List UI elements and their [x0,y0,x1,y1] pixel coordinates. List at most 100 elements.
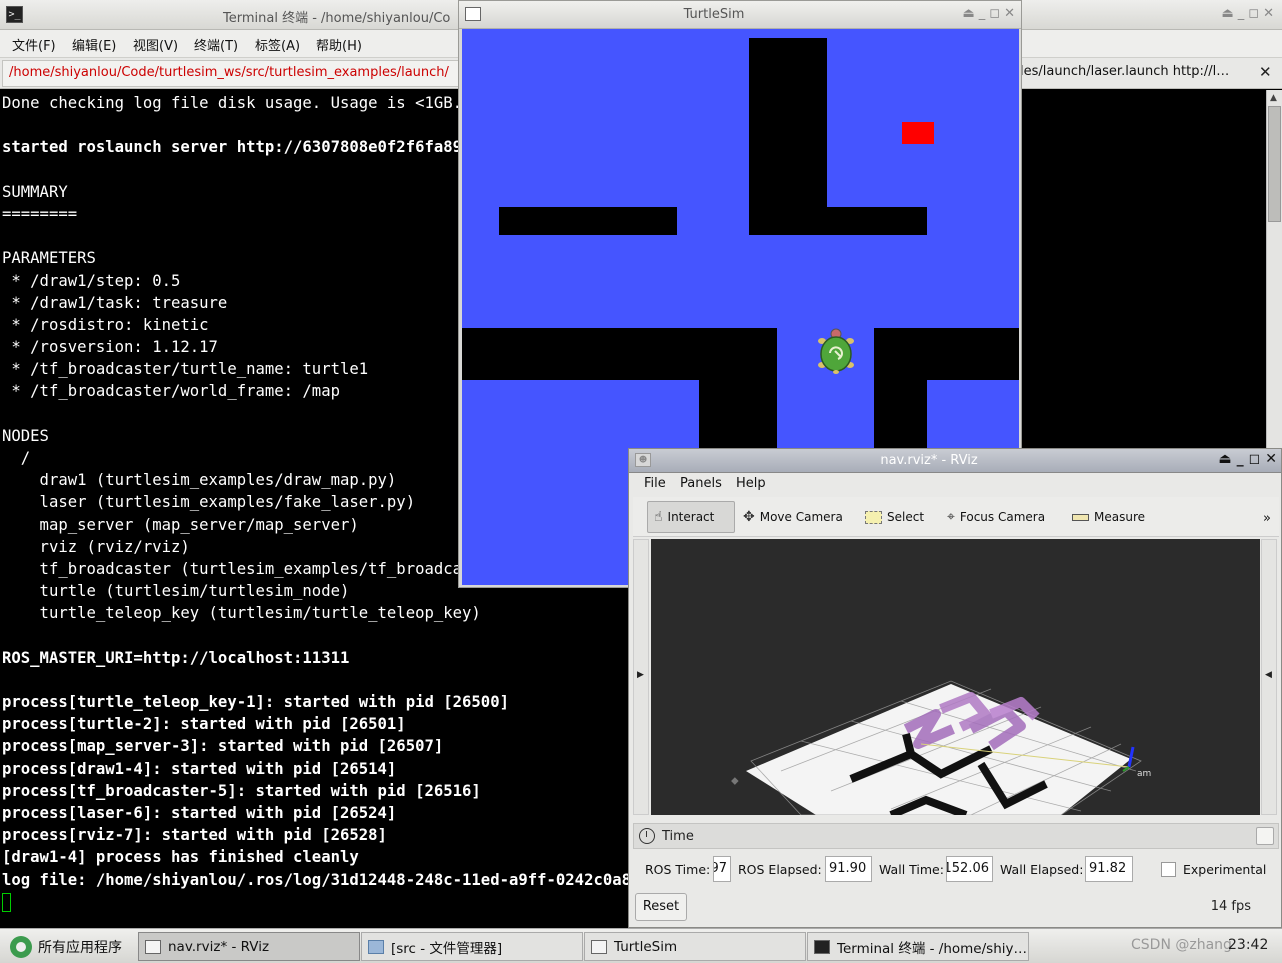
taskbar-clock: 23:42 [1228,937,1269,953]
left-dock-toggle[interactable]: ▶ [633,539,649,815]
tool-label: Focus Camera [959,510,1046,524]
menu-help[interactable]: Help [736,476,766,491]
taskbar-item-rviz[interactable]: nav.rviz* - RViz [138,932,360,961]
menu-view[interactable]: 视图(V) [133,35,178,54]
maximize-icon[interactable]: ◻ [1248,6,1259,21]
taskbar-item-terminal[interactable]: Terminal 终端 - /home/shiy… [807,932,1029,961]
menu-file[interactable]: 文件(F) [12,35,56,54]
tool-interact[interactable]: ☝ Interact [647,501,735,533]
terminal-title: Terminal 终端 - /home/shiyanlou/Co [223,11,451,26]
rviz-titlebar[interactable]: ☻ nav.rviz* - RViz ⏏ _ ◻ ✕ [629,449,1281,473]
rviz-window: ☻ nav.rviz* - RViz ⏏ _ ◻ ✕ File Panels H… [628,448,1282,928]
right-dock-toggle[interactable]: ◀ [1261,539,1277,815]
taskbar-item-label: nav.rviz* - RViz [168,938,270,955]
menu-edit[interactable]: 编辑(E) [72,35,116,54]
svg-text:⬥: ⬥ [731,774,739,787]
time-panel-header: Time [633,823,1279,849]
taskbar-item-label: Terminal 终端 - /home/shiy… [837,940,1027,957]
taskbar-item-file-manager[interactable]: [src - 文件管理器] [361,932,583,961]
rviz-title: nav.rviz* - RViz [880,453,978,468]
terminal-tab-1[interactable]: /home/shiyanlou/Code/turtlesim_ws/src/tu… [2,60,462,87]
folder-icon [368,939,384,954]
window-controls: ⏏ _ ◻ ✕ [1218,451,1277,467]
tool-label: Interact [667,510,715,524]
menu-tabs[interactable]: 标签(A) [255,35,300,54]
time-panel-close-button[interactable] [1256,827,1274,845]
wall-elapsed-label: Wall Elapsed: [1000,862,1084,877]
tool-label: Move Camera [759,510,843,524]
close-icon[interactable]: ✕ [1265,451,1277,467]
hand-icon: ☝ [654,509,663,525]
maximize-icon[interactable]: ◻ [989,6,1000,21]
ros-time-label: ROS Time: [645,862,711,877]
shade-icon[interactable]: ⏏ [963,6,975,21]
turtlesim-titlebar[interactable]: TurtleSim ⏏ _ ◻ ✕ [459,1,1021,29]
shade-icon[interactable]: ⏏ [1218,451,1231,467]
treasure-marker [902,122,934,144]
wall-time-field[interactable]: 152.06 [946,856,993,882]
taskbar-item-label: TurtleSim [614,938,678,955]
window-controls: ⏏ _ ◻ ✕ [1222,6,1275,21]
ros-elapsed-label: ROS Elapsed: [738,862,822,877]
tool-label: Measure [1094,510,1145,524]
scrollbar-thumb[interactable] [1268,106,1281,222]
time-fields: ROS Time: 97 ROS Elapsed: 91.90 Wall Tim… [633,853,1279,885]
rviz-bottom-row: Reset 14 fps [633,891,1279,925]
map-wall [749,207,927,235]
ros-time-field[interactable]: 97 [713,856,731,882]
experimental-checkbox[interactable] [1161,862,1176,877]
turtle-icon [818,328,854,374]
experimental-label: Experimental [1183,862,1267,877]
close-icon[interactable]: ✕ [1263,6,1274,21]
tool-measure[interactable]: Measure [1066,501,1151,533]
applications-menu-button[interactable]: 所有应用程序 [2,932,136,961]
reset-button[interactable]: Reset [635,893,687,921]
terminal-icon [814,939,830,954]
applications-label: 所有应用程序 [38,939,122,956]
ruler-icon [1072,513,1089,521]
fps-indicator: 14 fps [1210,899,1251,914]
3d-scene: am ⬥ [651,539,1260,815]
map-wall [499,207,677,235]
move-camera-icon: ✥ [743,509,755,525]
taskbar-item-turtlesim[interactable]: TurtleSim [584,932,806,961]
minimize-icon[interactable]: _ [1237,451,1244,467]
map-wall [749,38,827,235]
applications-icon [10,935,32,958]
tool-select[interactable]: Select [859,501,930,533]
menu-terminal[interactable]: 终端(T) [194,35,238,54]
shade-icon[interactable]: ⏏ [1222,6,1234,21]
toolbar-overflow-button[interactable]: » [1263,511,1271,526]
menu-panels[interactable]: Panels [680,476,722,491]
tool-focus-camera[interactable]: ⌖ Focus Camera [941,501,1051,533]
minimize-icon[interactable]: _ [1238,6,1245,21]
ros-elapsed-field[interactable]: 91.90 [825,856,872,882]
terminal-tab-2[interactable]: les/launch/laser.launch http://l… [1020,64,1229,79]
rviz-app-icon [145,939,161,954]
time-panel-title: Time [662,829,694,844]
tool-label: Select [887,510,925,524]
maximize-icon[interactable]: ◻ [1249,451,1261,467]
expand-right-icon: ▶ [637,670,644,680]
minimize-icon[interactable]: _ [979,6,986,21]
close-icon[interactable]: ✕ [1004,6,1015,21]
menu-file[interactable]: File [644,476,666,491]
wall-time-label: Wall Time: [879,862,944,877]
taskbar: 所有应用程序 nav.rviz* - RViz [src - 文件管理器] Tu… [0,928,1282,963]
terminal-cursor [2,892,11,912]
tool-move-camera[interactable]: ✥ Move Camera [737,501,849,533]
tab-close-icon[interactable]: ✕ [1259,63,1272,81]
clock-icon [639,828,655,844]
turtlesim-title: TurtleSim [683,7,745,22]
menu-help[interactable]: 帮助(H) [316,35,362,54]
taskbar-item-label: [src - 文件管理器] [391,940,503,957]
window-controls: ⏏ _ ◻ ✕ [963,6,1016,21]
focus-camera-icon: ⌖ [947,509,955,525]
scroll-up-icon[interactable]: ▲ [1270,93,1277,103]
select-icon [865,510,882,524]
wall-elapsed-field[interactable]: 91.82 [1085,856,1133,882]
rviz-3d-view[interactable]: am ⬥ [651,539,1260,815]
window-icon [591,939,607,954]
expand-left-icon: ◀ [1265,670,1272,680]
rviz-toolbar: ☝ Interact ✥ Move Camera Select ⌖ Focus … [633,497,1279,537]
